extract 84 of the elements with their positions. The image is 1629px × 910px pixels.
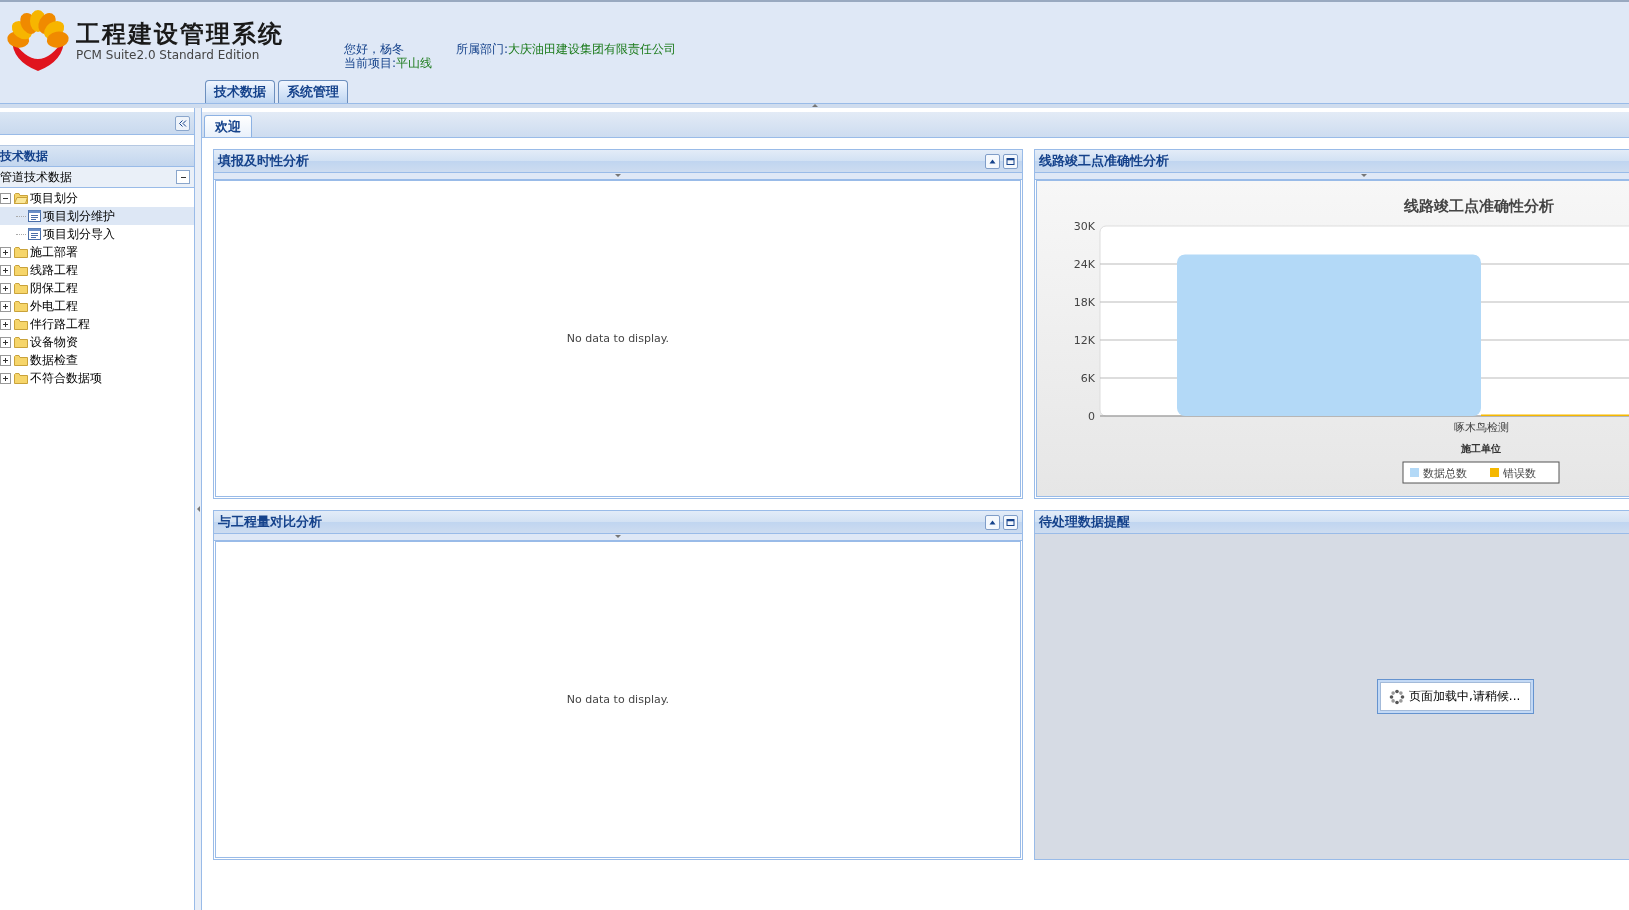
greeting-text: 您好，杨冬	[344, 42, 405, 56]
plus-icon	[1, 319, 10, 329]
plus-icon	[1, 337, 10, 347]
department-label: 所属部门:	[456, 42, 509, 56]
folder-icon	[14, 372, 28, 384]
folder-icon	[14, 336, 28, 348]
panel-title: 与工程量对比分析	[218, 513, 322, 531]
folder-icon	[14, 354, 28, 366]
tree-item[interactable]: 伴行路工程	[30, 315, 90, 333]
app-subtitle: PCM Suite2.0 Standard Edition	[76, 48, 261, 62]
panel-title: 线路竣工点准确性分析	[1039, 152, 1169, 170]
plus-icon	[1, 283, 10, 293]
collapse-up-button[interactable]	[985, 514, 1000, 530]
collapse-handle-icon[interactable]	[615, 174, 621, 177]
tab[interactable]: 欢迎	[204, 115, 252, 137]
department-name: 大庆油田建设集团有限责任公司	[508, 42, 677, 56]
splitter-handle-icon[interactable]	[196, 506, 200, 512]
collapse-handle-icon[interactable]	[1361, 174, 1367, 177]
expand-toggle-icon[interactable]	[0, 318, 11, 330]
legend-label: 错误数	[1503, 467, 1536, 480]
plus-icon	[1, 355, 10, 365]
x-tick-label: 啄木鸟检测	[1453, 421, 1509, 434]
expand-toggle-icon[interactable]	[0, 264, 11, 276]
tree-item[interactable]: 设备物资	[30, 333, 78, 351]
tree-item[interactable]: 施工部署	[30, 243, 78, 261]
folder-icon	[14, 318, 28, 330]
app-title: 工程建设管理系统	[76, 20, 284, 48]
folder-icon	[14, 282, 28, 294]
plus-icon	[1, 265, 10, 275]
collapse-handle-icon[interactable]	[811, 104, 818, 107]
logo-icon	[6, 9, 70, 73]
sidebar-title: 技术数据	[0, 145, 194, 167]
section-toggle-button[interactable]	[176, 170, 190, 184]
collapse-toggle-icon[interactable]	[0, 192, 11, 204]
panel-title: 填报及时性分析	[218, 152, 309, 170]
tree-item[interactable]: 外电工程	[30, 297, 78, 315]
empty-message: No data to display.	[566, 693, 670, 706]
collapse-button[interactable]	[175, 115, 190, 131]
expand-toggle-icon[interactable]	[0, 282, 11, 294]
maximize-button[interactable]	[1003, 514, 1018, 530]
tree-item[interactable]: 数据检查	[30, 351, 78, 369]
y-tick-label: 12K	[1073, 334, 1095, 347]
window-icon	[1006, 517, 1015, 527]
x-axis-title: 施工单位	[1461, 443, 1501, 454]
legend-label: 数据总数	[1423, 467, 1467, 480]
nav-tab[interactable]: 技术数据	[205, 80, 275, 103]
plus-icon	[1, 373, 10, 383]
open-folder-icon	[14, 192, 28, 204]
chart-title: 线路竣工点准确性分析	[1404, 197, 1554, 215]
plus-icon	[1, 301, 10, 311]
collapse-handle-icon[interactable]	[615, 535, 621, 538]
loading-text: 页面加载中,请稍候...	[1409, 688, 1521, 705]
folder-icon	[14, 264, 28, 276]
spinner-icon	[1389, 688, 1405, 705]
tree-item[interactable]: 项目划分	[30, 189, 78, 207]
project-label: 当前项目:	[344, 56, 397, 70]
tree-item[interactable]: 不符合数据项	[30, 369, 102, 387]
empty-message: No data to display.	[566, 332, 670, 345]
window-icon	[1006, 156, 1015, 166]
expand-toggle-icon[interactable]	[0, 372, 11, 384]
y-tick-label: 6K	[1080, 372, 1095, 385]
panel-title: 待处理数据提醒	[1039, 513, 1130, 531]
tree-item[interactable]: 项目划分导入	[43, 225, 115, 243]
y-tick-label: 18K	[1073, 296, 1095, 309]
tree-item[interactable]: 阴保工程	[30, 279, 78, 297]
form-icon	[28, 228, 41, 240]
expand-toggle-icon[interactable]	[0, 300, 11, 312]
expand-toggle-icon[interactable]	[0, 336, 11, 348]
expand-toggle-icon[interactable]	[0, 354, 11, 366]
maximize-button[interactable]	[1003, 153, 1018, 169]
y-tick-label: 30K	[1073, 220, 1095, 233]
y-tick-label: 24K	[1073, 258, 1095, 271]
expand-toggle-icon[interactable]	[0, 246, 11, 258]
selected-tree-item[interactable]: 项目划分维护	[0, 207, 194, 225]
project-name: 平山线	[396, 56, 433, 70]
folder-icon	[14, 300, 28, 312]
double-chevron-icon	[178, 118, 187, 128]
nav-tab[interactable]: 系统管理	[278, 80, 348, 103]
collapse-up-button[interactable]	[985, 153, 1000, 169]
form-icon	[28, 210, 41, 222]
folder-icon	[14, 246, 28, 258]
plus-icon	[1, 247, 10, 257]
y-tick-label: 0	[1088, 410, 1095, 423]
tree-item[interactable]: 线路工程	[30, 261, 78, 279]
